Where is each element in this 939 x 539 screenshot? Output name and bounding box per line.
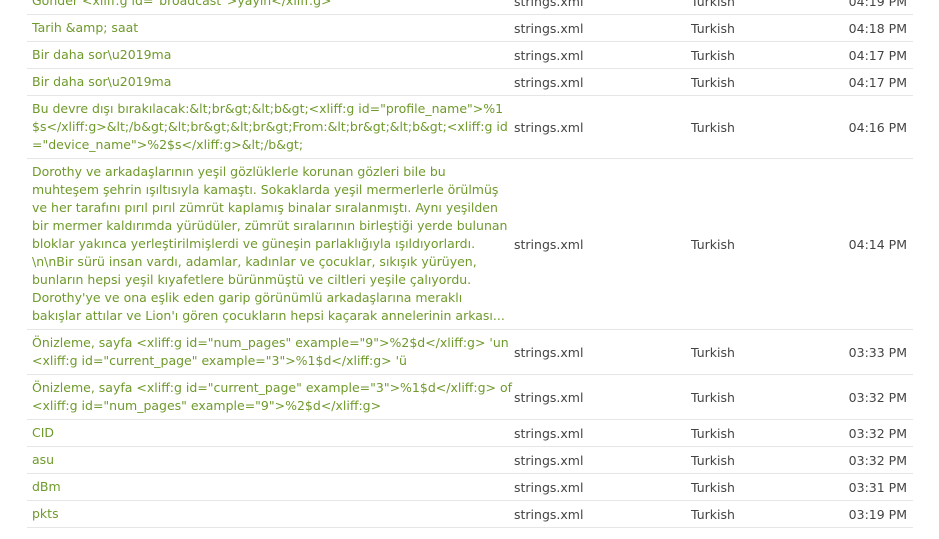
- source-string-link[interactable]: CID: [27, 424, 514, 442]
- source-string-link[interactable]: Bir daha sor\u2019ma: [27, 46, 514, 64]
- language: Turkish: [691, 425, 735, 441]
- translation-history-table: Gönder <xliff:g id="broadcast">yayın</xl…: [27, 0, 913, 528]
- source-string-link[interactable]: Dorothy ve arkadaşlarının yeşil gözlükle…: [27, 163, 514, 325]
- language: Turkish: [691, 479, 735, 495]
- file-name: strings.xml: [514, 389, 584, 405]
- language: Turkish: [691, 452, 735, 468]
- timestamp: 04:16 PM: [848, 119, 907, 135]
- language: Turkish: [691, 0, 735, 9]
- source-string-link[interactable]: Tarih &amp; saat: [27, 19, 514, 37]
- timestamp: 03:32 PM: [848, 425, 907, 441]
- timestamp: 04:17 PM: [848, 74, 907, 90]
- table-row: Önizleme, sayfa <xliff:g id="num_pages" …: [27, 330, 913, 375]
- language: Turkish: [691, 389, 735, 405]
- source-string-link[interactable]: Bu devre dışı bırakılacak:&lt;br&gt;&lt;…: [27, 100, 514, 154]
- table-row: Gönder <xliff:g id="broadcast">yayın</xl…: [27, 0, 913, 15]
- file-name: strings.xml: [514, 506, 584, 522]
- timestamp: 03:31 PM: [848, 479, 907, 495]
- table-row: Bir daha sor\u2019ma strings.xml Turkish…: [27, 42, 913, 69]
- file-name: strings.xml: [514, 119, 584, 135]
- table-row: Tarih &amp; saat strings.xml Turkish 04:…: [27, 15, 913, 42]
- timestamp: 03:32 PM: [848, 389, 907, 405]
- source-string-link[interactable]: Gönder <xliff:g id="broadcast">yayın</xl…: [27, 0, 514, 10]
- file-name: strings.xml: [514, 425, 584, 441]
- file-name: strings.xml: [514, 236, 584, 252]
- file-name: strings.xml: [514, 344, 584, 360]
- source-string-link[interactable]: asu: [27, 451, 514, 469]
- file-name: strings.xml: [514, 74, 584, 90]
- table-row: Önizleme, sayfa <xliff:g id="current_pag…: [27, 375, 913, 420]
- timestamp: 04:17 PM: [848, 47, 907, 63]
- timestamp: 04:18 PM: [848, 20, 907, 36]
- source-string-link[interactable]: Önizleme, sayfa <xliff:g id="num_pages" …: [27, 334, 514, 370]
- file-name: strings.xml: [514, 20, 584, 36]
- timestamp: 03:19 PM: [848, 506, 907, 522]
- file-name: strings.xml: [514, 47, 584, 63]
- source-string-link[interactable]: pkts: [27, 505, 514, 523]
- source-string-link[interactable]: Önizleme, sayfa <xliff:g id="current_pag…: [27, 379, 514, 415]
- table-row: Dorothy ve arkadaşlarının yeşil gözlükle…: [27, 159, 913, 330]
- source-string-link[interactable]: Bir daha sor\u2019ma: [27, 73, 514, 91]
- table-row: asu strings.xml Turkish 03:32 PM: [27, 447, 913, 474]
- timestamp: 03:32 PM: [848, 452, 907, 468]
- table-row: Bu devre dışı bırakılacak:&lt;br&gt;&lt;…: [27, 96, 913, 159]
- timestamp: 03:33 PM: [848, 344, 907, 360]
- table-row: CID strings.xml Turkish 03:32 PM: [27, 420, 913, 447]
- language: Turkish: [691, 119, 735, 135]
- language: Turkish: [691, 506, 735, 522]
- language: Turkish: [691, 47, 735, 63]
- language: Turkish: [691, 236, 735, 252]
- timestamp: 04:14 PM: [848, 236, 907, 252]
- table-row: pkts strings.xml Turkish 03:19 PM: [27, 501, 913, 528]
- table-row: dBm strings.xml Turkish 03:31 PM: [27, 474, 913, 501]
- language: Turkish: [691, 20, 735, 36]
- source-string-link[interactable]: dBm: [27, 478, 514, 496]
- language: Turkish: [691, 74, 735, 90]
- file-name: strings.xml: [514, 0, 584, 9]
- timestamp: 04:19 PM: [848, 0, 907, 9]
- language: Turkish: [691, 344, 735, 360]
- table-row: Bir daha sor\u2019ma strings.xml Turkish…: [27, 69, 913, 96]
- file-name: strings.xml: [514, 452, 584, 468]
- file-name: strings.xml: [514, 479, 584, 495]
